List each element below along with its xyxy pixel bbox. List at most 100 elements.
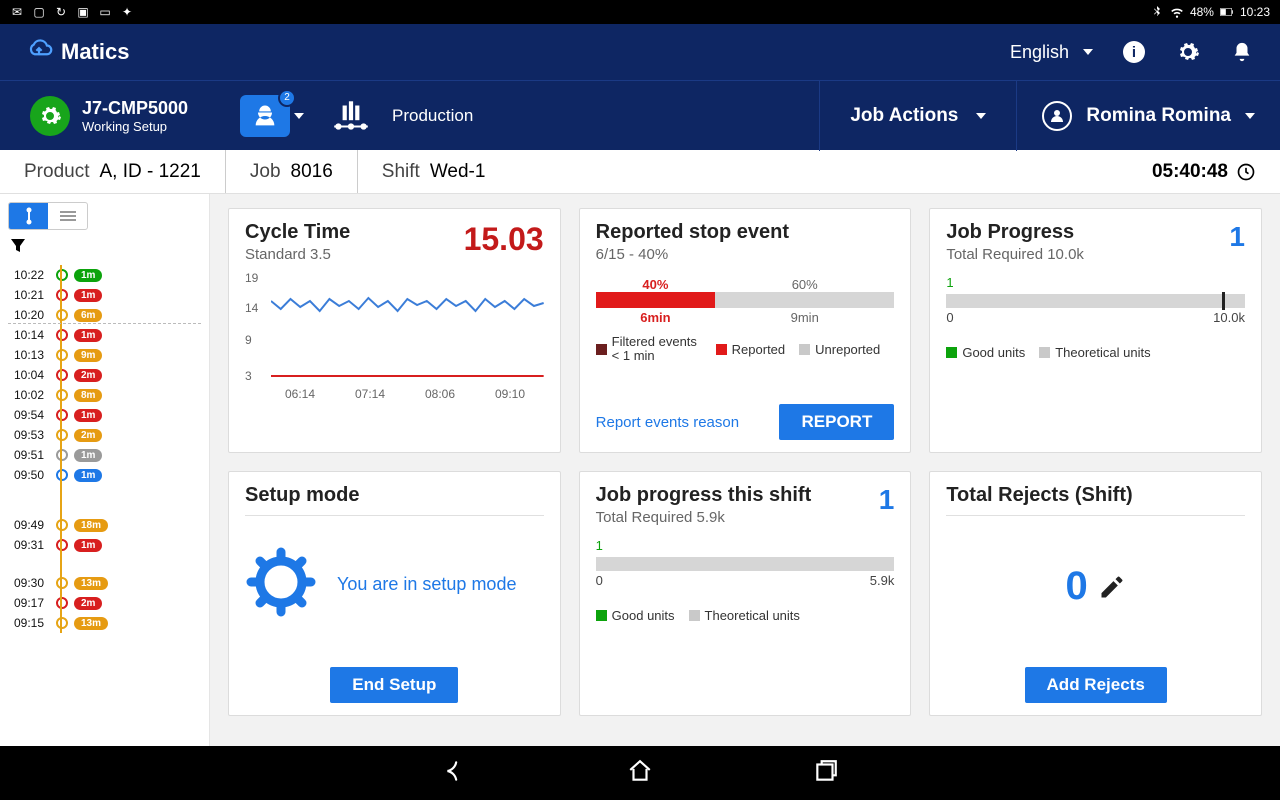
timeline-event[interactable]: 10:211m [14, 285, 201, 305]
card-title: Job progress this shift [596, 484, 812, 507]
timeline-event[interactable]: 09:541m [14, 405, 201, 425]
robot-icon [330, 101, 372, 131]
card-subtitle: 6/15 - 40% [596, 246, 895, 263]
svg-text:i: i [1132, 44, 1136, 61]
chevron-down-icon [294, 113, 304, 119]
mail-icon: ✉ [10, 5, 24, 19]
list-view-icon[interactable] [48, 203, 87, 229]
timeline-event[interactable]: 10:141m [14, 325, 201, 345]
job-actions-label: Job Actions [850, 105, 958, 127]
elapsed-time: 05:40:48 [1128, 161, 1280, 183]
brand-text: Matics [61, 39, 129, 65]
timeline-event[interactable]: 09:511m [14, 445, 201, 465]
home-button[interactable] [627, 758, 653, 789]
crumb-shift: Shift Wed-1 [357, 150, 510, 193]
progress-bar [946, 294, 1245, 308]
battery-percent: 48% [1190, 5, 1214, 19]
timeline-event[interactable]: 10:139m [14, 345, 201, 365]
bluetooth-icon [1150, 5, 1164, 19]
info-icon[interactable]: i [1121, 39, 1147, 65]
operator-selector[interactable]: 2 [240, 95, 290, 137]
progress-bar [596, 557, 895, 571]
recent-button[interactable] [813, 758, 839, 789]
bell-icon[interactable] [1229, 39, 1255, 65]
chevron-down-icon [1083, 49, 1093, 55]
report-events-link[interactable]: Report events reason [596, 414, 739, 431]
timeline-event[interactable]: 09:172m [14, 593, 201, 613]
timeline-event[interactable]: 09:501m [14, 465, 201, 485]
battery-icon [1220, 5, 1234, 19]
end-setup-button[interactable]: End Setup [330, 667, 458, 703]
brand: Matics [25, 38, 129, 66]
timeline-view-icon[interactable] [9, 203, 48, 229]
language-selector[interactable]: English [1010, 42, 1093, 63]
production-mode[interactable]: Production [330, 101, 473, 131]
machine-name: J7-CMP5000 [82, 98, 188, 119]
card-shift-progress: Job progress this shift Total Required 5… [579, 471, 912, 716]
card-title: Job Progress [946, 221, 1084, 244]
timeline-event[interactable]: 09:4918m [14, 515, 201, 535]
gear-icon[interactable] [1175, 39, 1201, 65]
card-job-progress: Job Progress Total Required 10.0k 1 1 01… [929, 208, 1262, 453]
machine-status: Working Setup [82, 119, 188, 134]
job-bar: J7-CMP5000 Working Setup 2 Production Jo… [0, 80, 1280, 150]
status-time: 10:23 [1240, 5, 1270, 19]
android-nav-bar [0, 746, 1280, 800]
card-subtitle: Total Required 10.0k [946, 246, 1084, 263]
cycle-value: 15.03 [464, 221, 544, 258]
card-rejects: Total Rejects (Shift) 0 Add Rejects [929, 471, 1262, 716]
cloud-icon [25, 38, 53, 66]
user-name: Romina Romina [1086, 105, 1231, 127]
timeline-event[interactable]: 10:028m [14, 385, 201, 405]
wifi-icon [1170, 5, 1184, 19]
machine-status-icon [30, 96, 70, 136]
stop-event-bar [596, 292, 895, 308]
widget-icon: ✦ [120, 5, 134, 19]
crumb-job: Job 8016 [225, 150, 357, 193]
timeline-event[interactable]: 10:206m [14, 305, 201, 325]
user-menu[interactable]: Romina Romina [1016, 81, 1280, 151]
operator-badge: 2 [278, 89, 296, 107]
progress-badge: 1 [1229, 221, 1245, 253]
report-button[interactable]: REPORT [779, 404, 894, 440]
chevron-down-icon [1245, 113, 1255, 119]
add-rejects-button[interactable]: Add Rejects [1025, 667, 1167, 703]
event-timeline[interactable]: 10:221m10:211m10:206m10:141m10:139m10:04… [8, 265, 201, 633]
rejects-value: 0 [1066, 564, 1088, 609]
progress-badge: 1 [879, 484, 895, 516]
image-icon: ▭ [98, 5, 112, 19]
setup-text: You are in setup mode [337, 574, 516, 595]
timeline-event[interactable]: 09:532m [14, 425, 201, 445]
photo-icon: ▢ [32, 5, 46, 19]
card-subtitle: Standard 3.5 [245, 246, 350, 263]
card-title: Setup mode [245, 484, 544, 507]
mode-label: Production [392, 106, 473, 126]
chevron-down-icon [976, 113, 986, 119]
avatar-icon [1042, 101, 1072, 131]
gear-icon [245, 546, 317, 623]
card-title: Cycle Time [245, 221, 350, 244]
pencil-icon[interactable] [1098, 573, 1126, 601]
card-title: Reported stop event [596, 221, 895, 244]
timeline-event[interactable]: 10:221m [14, 265, 201, 285]
timeline-sidebar: 10:221m10:211m10:206m10:141m10:139m10:04… [0, 194, 210, 746]
android-status-bar: ✉ ▢ ↻ ▣ ▭ ✦ 48% 10:23 [0, 0, 1280, 24]
back-button[interactable] [441, 758, 467, 789]
card-subtitle: Total Required 5.9k [596, 509, 812, 526]
card-title: Total Rejects (Shift) [946, 484, 1245, 507]
filter-icon[interactable] [10, 238, 26, 254]
timeline-event[interactable]: 09:3013m [14, 573, 201, 593]
view-toggle[interactable] [8, 202, 88, 230]
timeline-event[interactable]: 09:311m [14, 535, 201, 555]
machine-block[interactable]: J7-CMP5000 Working Setup [0, 96, 225, 136]
card-stop-event: Reported stop event 6/15 - 40% 40%60% 6m… [579, 208, 912, 453]
crumb-product: Product A, ID - 1221 [0, 150, 225, 193]
card-cycle-time: Cycle Time Standard 3.5 15.03 19 14 9 3 … [228, 208, 561, 453]
timeline-event[interactable]: 10:042m [14, 365, 201, 385]
timeline-event[interactable]: 09:1513m [14, 613, 201, 633]
sync-icon: ↻ [54, 5, 68, 19]
clock-icon [1236, 162, 1256, 182]
app-icon: ▣ [76, 5, 90, 19]
job-actions-dropdown[interactable]: Job Actions [819, 81, 1016, 151]
cycle-chart: 19 14 9 3 06:14 07:14 08:06 09:10 [245, 271, 544, 401]
